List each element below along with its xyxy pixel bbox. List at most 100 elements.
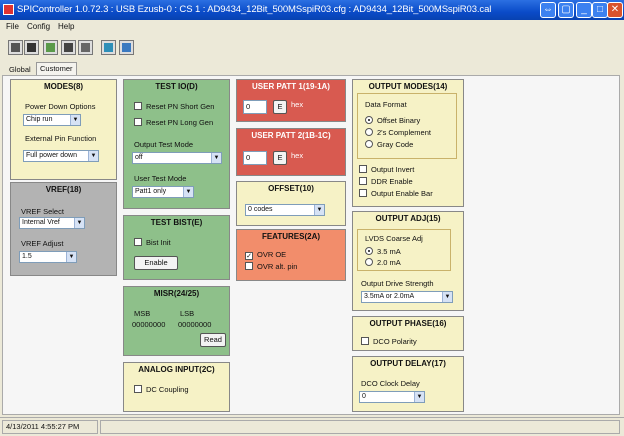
lvds-coarse-label: LVDS Coarse Adj: [365, 234, 423, 243]
chevron-down-icon: ▼: [66, 252, 76, 262]
output-delay-panel: OUTPUT DELAY(17) DCO Clock Delay 0 ▼: [352, 356, 464, 412]
twos-complement-radio[interactable]: 2's Complement: [365, 128, 431, 137]
dco-delay-select[interactable]: 0 ▼: [359, 391, 425, 403]
monitor-icon[interactable]: [119, 40, 134, 55]
chevron-down-icon: ▼: [211, 153, 221, 163]
vref-select[interactable]: Internal Vref ▼: [19, 217, 85, 229]
dco-delay-label: DCO Clock Delay: [361, 379, 420, 388]
user-patt2-input[interactable]: 0: [243, 151, 267, 165]
reset-pn-short-label: Reset PN Short Gen: [146, 102, 215, 111]
dco-polarity-checkbox[interactable]: DCO Polarity: [361, 337, 417, 346]
offset-select[interactable]: 0 codes ▼: [245, 204, 325, 216]
user-patt2-unit: hex: [291, 151, 304, 160]
external-pin-label: External Pin Function: [25, 134, 97, 143]
toolbar-button-1[interactable]: [8, 40, 23, 55]
gray-code-radio[interactable]: Gray Code: [365, 140, 413, 149]
vref-select-label: VREF Select: [21, 207, 64, 216]
dc-coupling-label: DC Coupling: [146, 385, 189, 394]
reset-pn-long-label: Reset PN Long Gen: [146, 118, 214, 127]
chevron-down-icon: ▼: [183, 187, 193, 197]
status-bar: 4/13/2011 4:55:27 PM: [0, 417, 624, 436]
test-io-panel: TEST IO(D) Reset PN Short Gen Reset PN L…: [123, 79, 230, 209]
save-icon[interactable]: [24, 40, 39, 55]
pin-icon[interactable]: ⇔: [540, 2, 556, 18]
open-icon[interactable]: [61, 40, 76, 55]
user-patt1-e-button[interactable]: E: [273, 100, 287, 114]
test-bist-title: TEST BIST(E): [150, 218, 203, 227]
user-test-mode-select[interactable]: Patt1 only ▼: [132, 186, 194, 198]
app-icon: [3, 4, 14, 15]
user-patt2-panel: USER PATT 2(1B-1C) 0 E hex: [236, 128, 346, 176]
vref-select-value: Internal Vref: [22, 219, 60, 226]
output-enable-bar-checkbox[interactable]: Output Enable Bar: [359, 189, 433, 198]
menu-bar: File Config Help: [0, 20, 624, 35]
output-test-mode-label: Output Test Mode: [134, 140, 194, 149]
user-test-mode-label: User Test Mode: [134, 174, 187, 183]
grid-icon[interactable]: [78, 40, 93, 55]
offset-value: 0 codes: [248, 206, 273, 213]
user-patt1-title: USER PATT 1(19-1A): [252, 82, 330, 91]
misr-title: MISR(24/25): [153, 289, 200, 298]
drive-strength-value: 3.5mA or 2.0mA: [364, 293, 415, 300]
power-down-value: Chip run: [26, 116, 53, 123]
output-enable-bar-label: Output Enable Bar: [371, 189, 433, 198]
chevron-down-icon: ▼: [314, 205, 324, 215]
vref-adjust-label: VREF Adjust: [21, 239, 64, 248]
ddr-enable-checkbox[interactable]: DDR Enable: [359, 177, 413, 186]
checkbox-icon: [359, 189, 367, 197]
maximize-button[interactable]: □: [592, 2, 608, 18]
ovr-alt-pin-checkbox[interactable]: OVR alt. pin: [245, 262, 297, 271]
bist-init-checkbox[interactable]: Bist Init: [134, 238, 171, 247]
modes-panel: MODES(8) Power Down Options Chip run ▼ E…: [10, 79, 117, 180]
ddr-enable-label: DDR Enable: [371, 177, 413, 186]
output-test-mode-select[interactable]: off ▼: [132, 152, 222, 164]
external-pin-value: Full power down: [26, 152, 77, 159]
vref-adjust-select[interactable]: 1.5 ▼: [19, 251, 77, 263]
user-patt2-title: USER PATT 2(1B-1C): [251, 131, 331, 140]
lvds-3-5ma-label: 3.5 mA: [377, 247, 401, 256]
offset-title: OFFSET(10): [268, 184, 314, 193]
read-button[interactable]: Read: [200, 333, 226, 347]
checkmark-icon: ✓: [245, 252, 253, 260]
dc-coupling-checkbox[interactable]: DC Coupling: [134, 385, 189, 394]
lvds-3-5ma-radio[interactable]: 3.5 mA: [365, 247, 401, 256]
test-bist-panel: TEST BIST(E) Bist Init Enable: [123, 215, 230, 280]
lvds-2-0ma-label: 2.0 mA: [377, 258, 401, 267]
lvds-2-0ma-radio[interactable]: 2.0 mA: [365, 258, 401, 267]
enable-button[interactable]: Enable: [134, 256, 178, 270]
radio-icon: [365, 258, 373, 266]
drive-strength-select[interactable]: 3.5mA or 2.0mA ▼: [361, 291, 453, 303]
reset-pn-long-checkbox[interactable]: Reset PN Long Gen: [134, 118, 213, 127]
power-down-select[interactable]: Chip run ▼: [23, 114, 81, 126]
window-title: SPIController 1.0.72.3 : USB Ezusb-0 : C…: [17, 4, 492, 15]
minimize-button[interactable]: _: [576, 2, 592, 18]
analog-input-panel: ANALOG INPUT(2C) DC Coupling: [123, 362, 230, 412]
dco-polarity-label: DCO Polarity: [373, 337, 417, 346]
tab-customer[interactable]: Customer: [36, 62, 77, 76]
external-pin-select[interactable]: Full power down ▼: [23, 150, 99, 162]
msb-value: 00000000: [132, 320, 166, 329]
output-invert-label: Output Invert: [371, 165, 415, 174]
menu-file[interactable]: File: [6, 22, 19, 31]
menu-help[interactable]: Help: [58, 22, 74, 31]
close-button[interactable]: ✕: [607, 2, 623, 18]
offset-binary-radio[interactable]: Offset Binary: [365, 116, 420, 125]
user-patt1-input[interactable]: 0: [243, 100, 267, 114]
output-test-mode-value: off: [135, 154, 143, 161]
chevron-down-icon: ▼: [442, 292, 452, 302]
output-invert-checkbox[interactable]: Output Invert: [359, 165, 414, 174]
user-test-mode-value: Patt1 only: [135, 188, 167, 195]
reset-pn-short-checkbox[interactable]: Reset PN Short Gen: [134, 102, 214, 111]
radio-selected-icon: [365, 116, 373, 124]
offset-panel: OFFSET(10) 0 codes ▼: [236, 181, 346, 226]
restore-small-icon[interactable]: ▢: [558, 2, 574, 18]
chart-icon[interactable]: [101, 40, 116, 55]
checkbox-icon: [245, 262, 253, 270]
output-delay-title: OUTPUT DELAY(17): [370, 359, 446, 368]
ovr-oe-checkbox[interactable]: ✓ OVR OE: [245, 250, 286, 260]
analog-input-title: ANALOG INPUT(2C): [138, 365, 215, 374]
menu-config[interactable]: Config: [27, 22, 50, 31]
power-down-label: Power Down Options: [25, 102, 96, 111]
new-icon[interactable]: [43, 40, 58, 55]
user-patt2-e-button[interactable]: E: [273, 151, 287, 165]
